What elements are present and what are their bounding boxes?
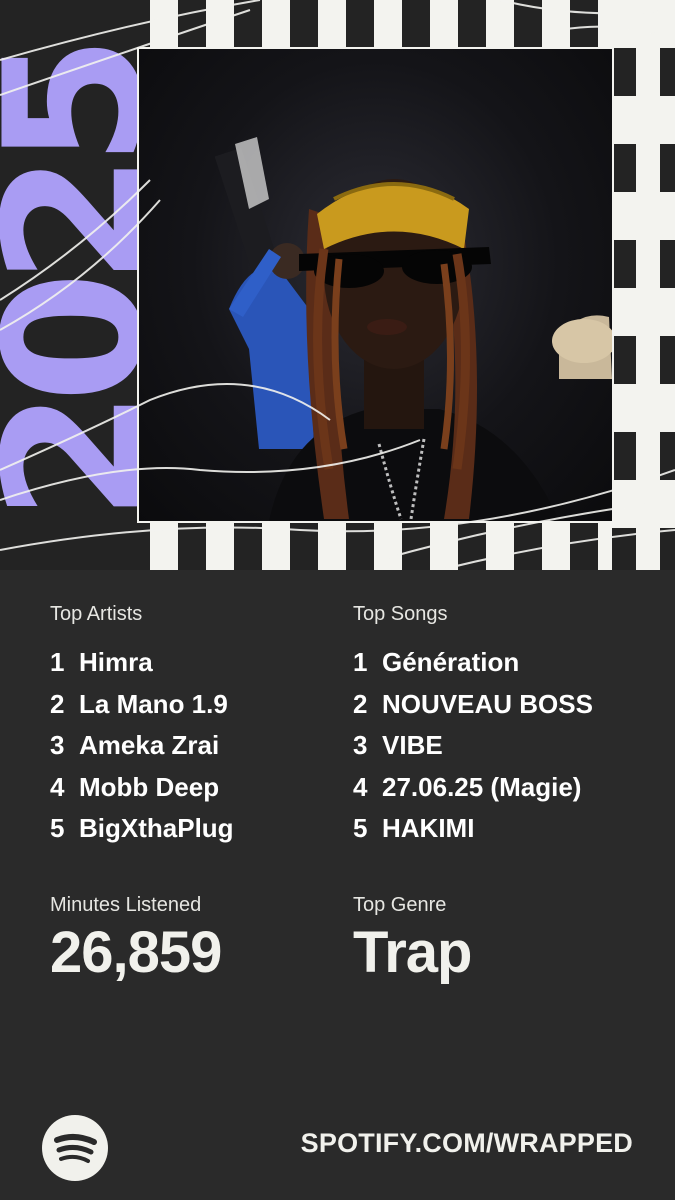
- minutes-listened-label: Minutes Listened: [50, 894, 202, 916]
- top-artists-list: 1 Himra 2 La Mano 1.9 3 Ameka Zrai 4 Mobb De…: [50, 642, 350, 850]
- list-item: 5 BigXthaPlug: [50, 808, 350, 850]
- wrapped-artwork: 2025: [0, 0, 675, 570]
- artist-name: BigXthaPlug: [79, 813, 234, 844]
- list-item: 2 La Mano 1.9: [50, 684, 350, 726]
- top-songs-list: 1 Génération 2 NOUVEAU BOSS 3 VIBE 4 27.06.2…: [353, 642, 653, 850]
- song-title: Génération: [382, 647, 520, 678]
- list-item: 4 Mobb Deep: [50, 767, 350, 809]
- list-item: 1 Himra: [50, 642, 350, 684]
- minutes-listened-value: 26,859: [50, 920, 222, 985]
- top-artists-section: Top Artists 1 Himra 2 La Mano 1.9 3 Ameka Z…: [50, 600, 350, 850]
- song-title: NOUVEAU BOSS: [382, 688, 593, 719]
- spotify-logo-icon-graphic: [54, 1134, 97, 1163]
- song-title: HAKIMI: [382, 813, 475, 844]
- rank-number: 1: [50, 647, 65, 678]
- top-songs-label: Top Songs: [353, 603, 448, 625]
- rank-number: 1: [353, 647, 368, 678]
- artist-name: Mobb Deep: [79, 771, 220, 802]
- rank-number: 5: [353, 813, 368, 844]
- list-item: 1 Génération: [353, 642, 653, 684]
- wrapped-card: 2025 Top Artists 1 Himra 2 La Mano 1.9 3…: [0, 0, 675, 1200]
- artist-name: La Mano 1.9: [79, 688, 228, 719]
- song-title: 27.06.25 (Magie): [382, 771, 582, 802]
- top-artists-label: Top Artists: [50, 603, 143, 625]
- artist-name: Himra: [79, 647, 153, 678]
- top-genre-label: Top Genre: [353, 894, 447, 916]
- top-songs-section: Top Songs 1 Génération 2 NOUVEAU BOSS 3 VIB…: [353, 600, 653, 850]
- list-item: 5 HAKIMI: [353, 808, 653, 850]
- list-item: 3 Ameka Zrai: [50, 725, 350, 767]
- song-title: VIBE: [382, 730, 443, 761]
- rank-number: 5: [50, 813, 65, 844]
- top-genre-value: Trap: [353, 920, 472, 985]
- rank-number: 4: [353, 771, 368, 802]
- rank-number: 2: [50, 688, 65, 719]
- spotify-logo-icon[interactable]: [42, 1115, 108, 1181]
- decorative-scribble-lines: [0, 0, 675, 570]
- rank-number: 4: [50, 771, 65, 802]
- wrapped-url-link[interactable]: SPOTIFY.COM/WRAPPED: [301, 1128, 633, 1159]
- rank-number: 3: [50, 730, 65, 761]
- list-item: 4 27.06.25 (Magie): [353, 767, 653, 809]
- rank-number: 2: [353, 688, 368, 719]
- list-item: 2 NOUVEAU BOSS: [353, 684, 653, 726]
- artist-name: Ameka Zrai: [79, 730, 220, 761]
- list-item: 3 VIBE: [353, 725, 653, 767]
- rank-number: 3: [353, 730, 368, 761]
